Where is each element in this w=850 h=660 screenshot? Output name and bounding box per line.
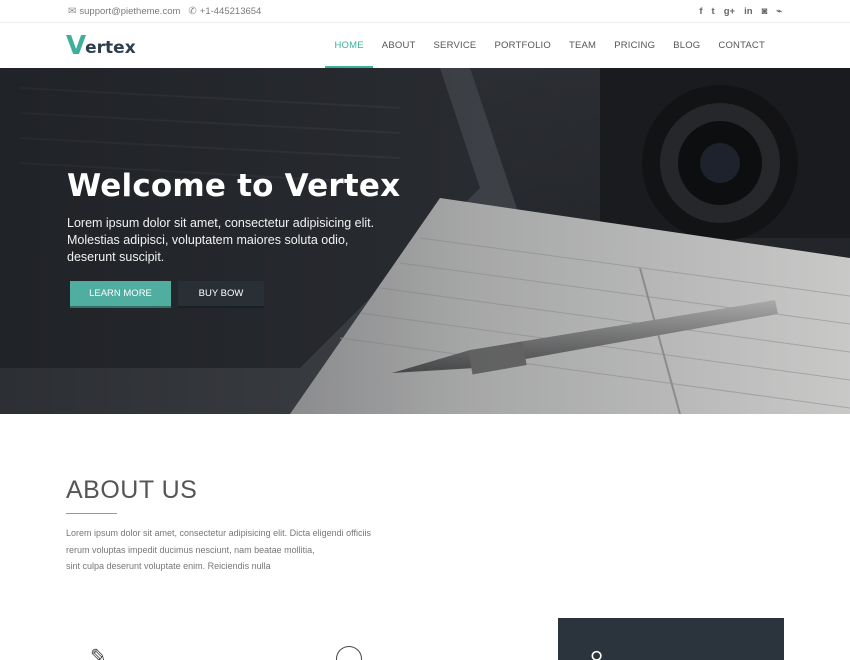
nav-blog[interactable]: BLOG xyxy=(664,23,709,68)
contact-info: ✉ support@pietheme.com ✆ +1-445213654 xyxy=(68,0,269,23)
logo-text: ertex xyxy=(85,38,136,58)
buy-button[interactable]: BUY BOW xyxy=(178,281,264,308)
instagram-icon[interactable]: ◙ xyxy=(762,6,768,17)
nav-about[interactable]: ABOUT xyxy=(373,23,425,68)
nav-portfolio[interactable]: PORTFOLIO xyxy=(485,23,560,68)
main-nav: HOME ABOUT SERVICE PORTFOLIO TEAM PRICIN… xyxy=(325,23,774,68)
nav-contact[interactable]: CONTACT xyxy=(709,23,774,68)
facebook-icon[interactable]: f xyxy=(699,6,702,17)
nav-pricing[interactable]: PRICING xyxy=(605,23,664,68)
envelope-icon: ✉ xyxy=(68,6,77,17)
linkedin-icon[interactable]: in xyxy=(744,6,752,17)
phone-contact[interactable]: ✆ +1-445213654 xyxy=(188,6,261,17)
user-plus-icon: ⚲ xyxy=(590,648,604,660)
hero-section: Welcome to Vertex Lorem ipsum dolor sit … xyxy=(0,68,850,414)
hero-text: Lorem ipsum dolor sit amet, consectetur … xyxy=(67,216,375,264)
nav-home[interactable]: HOME xyxy=(325,23,374,68)
phone-text: +1-445213654 xyxy=(199,6,262,17)
top-bar: ✉ support@pietheme.com ✆ +1-445213654 f … xyxy=(0,0,850,23)
google-plus-icon[interactable]: g+ xyxy=(724,6,735,17)
about-divider xyxy=(66,513,117,514)
about-title: ABOUT US xyxy=(66,476,198,504)
logo-mark: V xyxy=(66,31,87,61)
logo[interactable]: V ertex xyxy=(66,32,136,60)
dark-feature-box: ⚲ xyxy=(558,618,784,660)
about-text-line: Lorem ipsum dolor sit amet, consectetur … xyxy=(66,528,371,538)
learn-more-button[interactable]: LEARN MORE xyxy=(70,281,171,308)
email-contact[interactable]: ✉ support@pietheme.com xyxy=(68,6,180,17)
social-links: f t g+ in ◙ ⌁ xyxy=(690,0,782,23)
twitter-icon[interactable]: t xyxy=(712,6,715,17)
site-header: V ertex HOME ABOUT SERVICE PORTFOLIO TEA… xyxy=(0,23,850,68)
circle-icon xyxy=(336,646,362,660)
about-text-line: rerum voluptas impedit ducimus nesciunt,… xyxy=(66,544,315,555)
about-text: Lorem ipsum dolor sit amet, consectetur … xyxy=(66,525,406,575)
pencil-icon: ✎ xyxy=(90,646,107,660)
nav-service[interactable]: SERVICE xyxy=(425,23,486,68)
email-text: support@pietheme.com xyxy=(79,6,181,17)
phone-icon: ✆ xyxy=(188,6,197,17)
hero-title: Welcome to Vertex xyxy=(67,168,401,204)
about-text-line: sint culpa deserunt voluptate enim. Reic… xyxy=(66,561,271,571)
nav-team[interactable]: TEAM xyxy=(560,23,605,68)
rss-icon[interactable]: ⌁ xyxy=(776,6,782,17)
